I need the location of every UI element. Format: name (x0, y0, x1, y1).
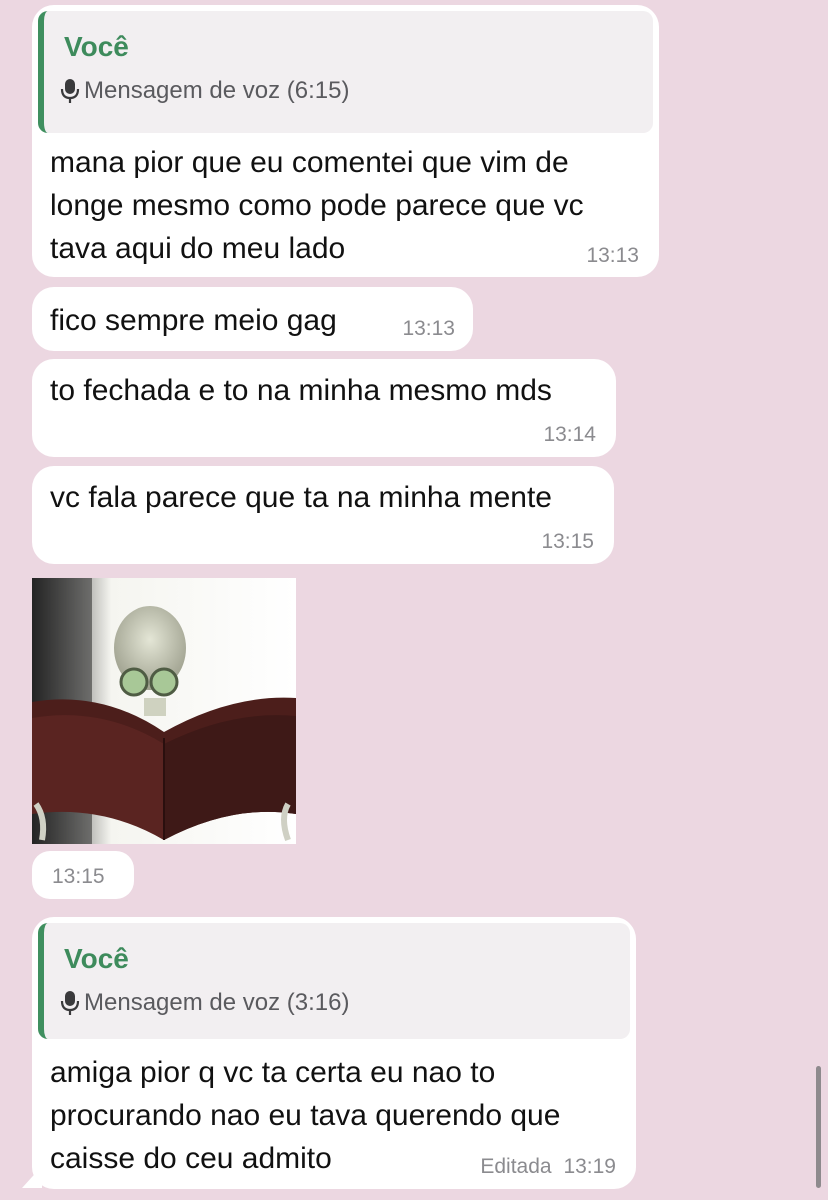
message-text: vc fala parece que ta na minha mente (50, 476, 552, 519)
skeleton-reading-book-sticker[interactable] (32, 578, 296, 844)
quote-author: Você (64, 943, 129, 974)
message-time: 13:14 (543, 423, 596, 446)
edited-label: Editada (480, 1155, 552, 1178)
message-bubble-2[interactable]: fico sempre meio gag 13:13 (32, 287, 473, 351)
message-bubble-1[interactable]: Você Mensagem de voz (6:15) mana pior qu… (32, 5, 659, 277)
message-text: fico sempre meio gag (50, 299, 337, 342)
quote-label: Mensagem de voz (6:15) (84, 77, 350, 104)
message-line: fico sempre meio gag (50, 304, 337, 337)
message-time: 13:13 (586, 244, 639, 267)
quote-text: Mensagem de voz (3:16) (60, 989, 349, 1017)
message-line: longe mesmo como pode parece que vc (50, 189, 584, 222)
message-line: procurando nao eu tava querendo que (50, 1099, 561, 1132)
message-time: 13:15 (52, 865, 105, 888)
bubble-tail (22, 1166, 42, 1188)
quote-text: Mensagem de voz (6:15) (60, 77, 349, 105)
microphone-icon (60, 991, 80, 1015)
message-line: mana pior que eu comentei que vim de (50, 146, 569, 179)
message-bubble-6[interactable]: Você Mensagem de voz (3:16) amiga pior q… (32, 917, 636, 1189)
message-text: mana pior que eu comentei que vim de lon… (50, 141, 584, 270)
message-line: vc fala parece que ta na minha mente (50, 481, 552, 514)
message-bubble-3[interactable]: to fechada e to na minha mesmo mds 13:14 (32, 359, 616, 457)
sticker-image (32, 578, 296, 844)
message-line: tava aqui do meu lado (50, 232, 346, 265)
message-time: 13:19 (563, 1155, 616, 1178)
reply-quote[interactable]: Você Mensagem de voz (3:16) (38, 923, 630, 1039)
message-time: 13:13 (402, 317, 455, 340)
quote-author: Você (64, 31, 129, 62)
quote-label: Mensagem de voz (3:16) (84, 989, 350, 1016)
message-meta: Editada 13:19 (480, 1155, 616, 1179)
microphone-icon (60, 79, 80, 103)
message-bubble-4[interactable]: vc fala parece que ta na minha mente 13:… (32, 466, 614, 564)
scrollbar[interactable] (816, 1066, 821, 1188)
message-text: to fechada e to na minha mesmo mds (50, 369, 552, 412)
message-line: to fechada e to na minha mesmo mds (50, 374, 552, 407)
reply-quote[interactable]: Você Mensagem de voz (6:15) (38, 11, 653, 133)
message-line: amiga pior q vc ta certa eu nao to (50, 1056, 496, 1089)
message-time: 13:15 (541, 530, 594, 553)
sticker-time-pill: 13:15 (32, 851, 134, 899)
